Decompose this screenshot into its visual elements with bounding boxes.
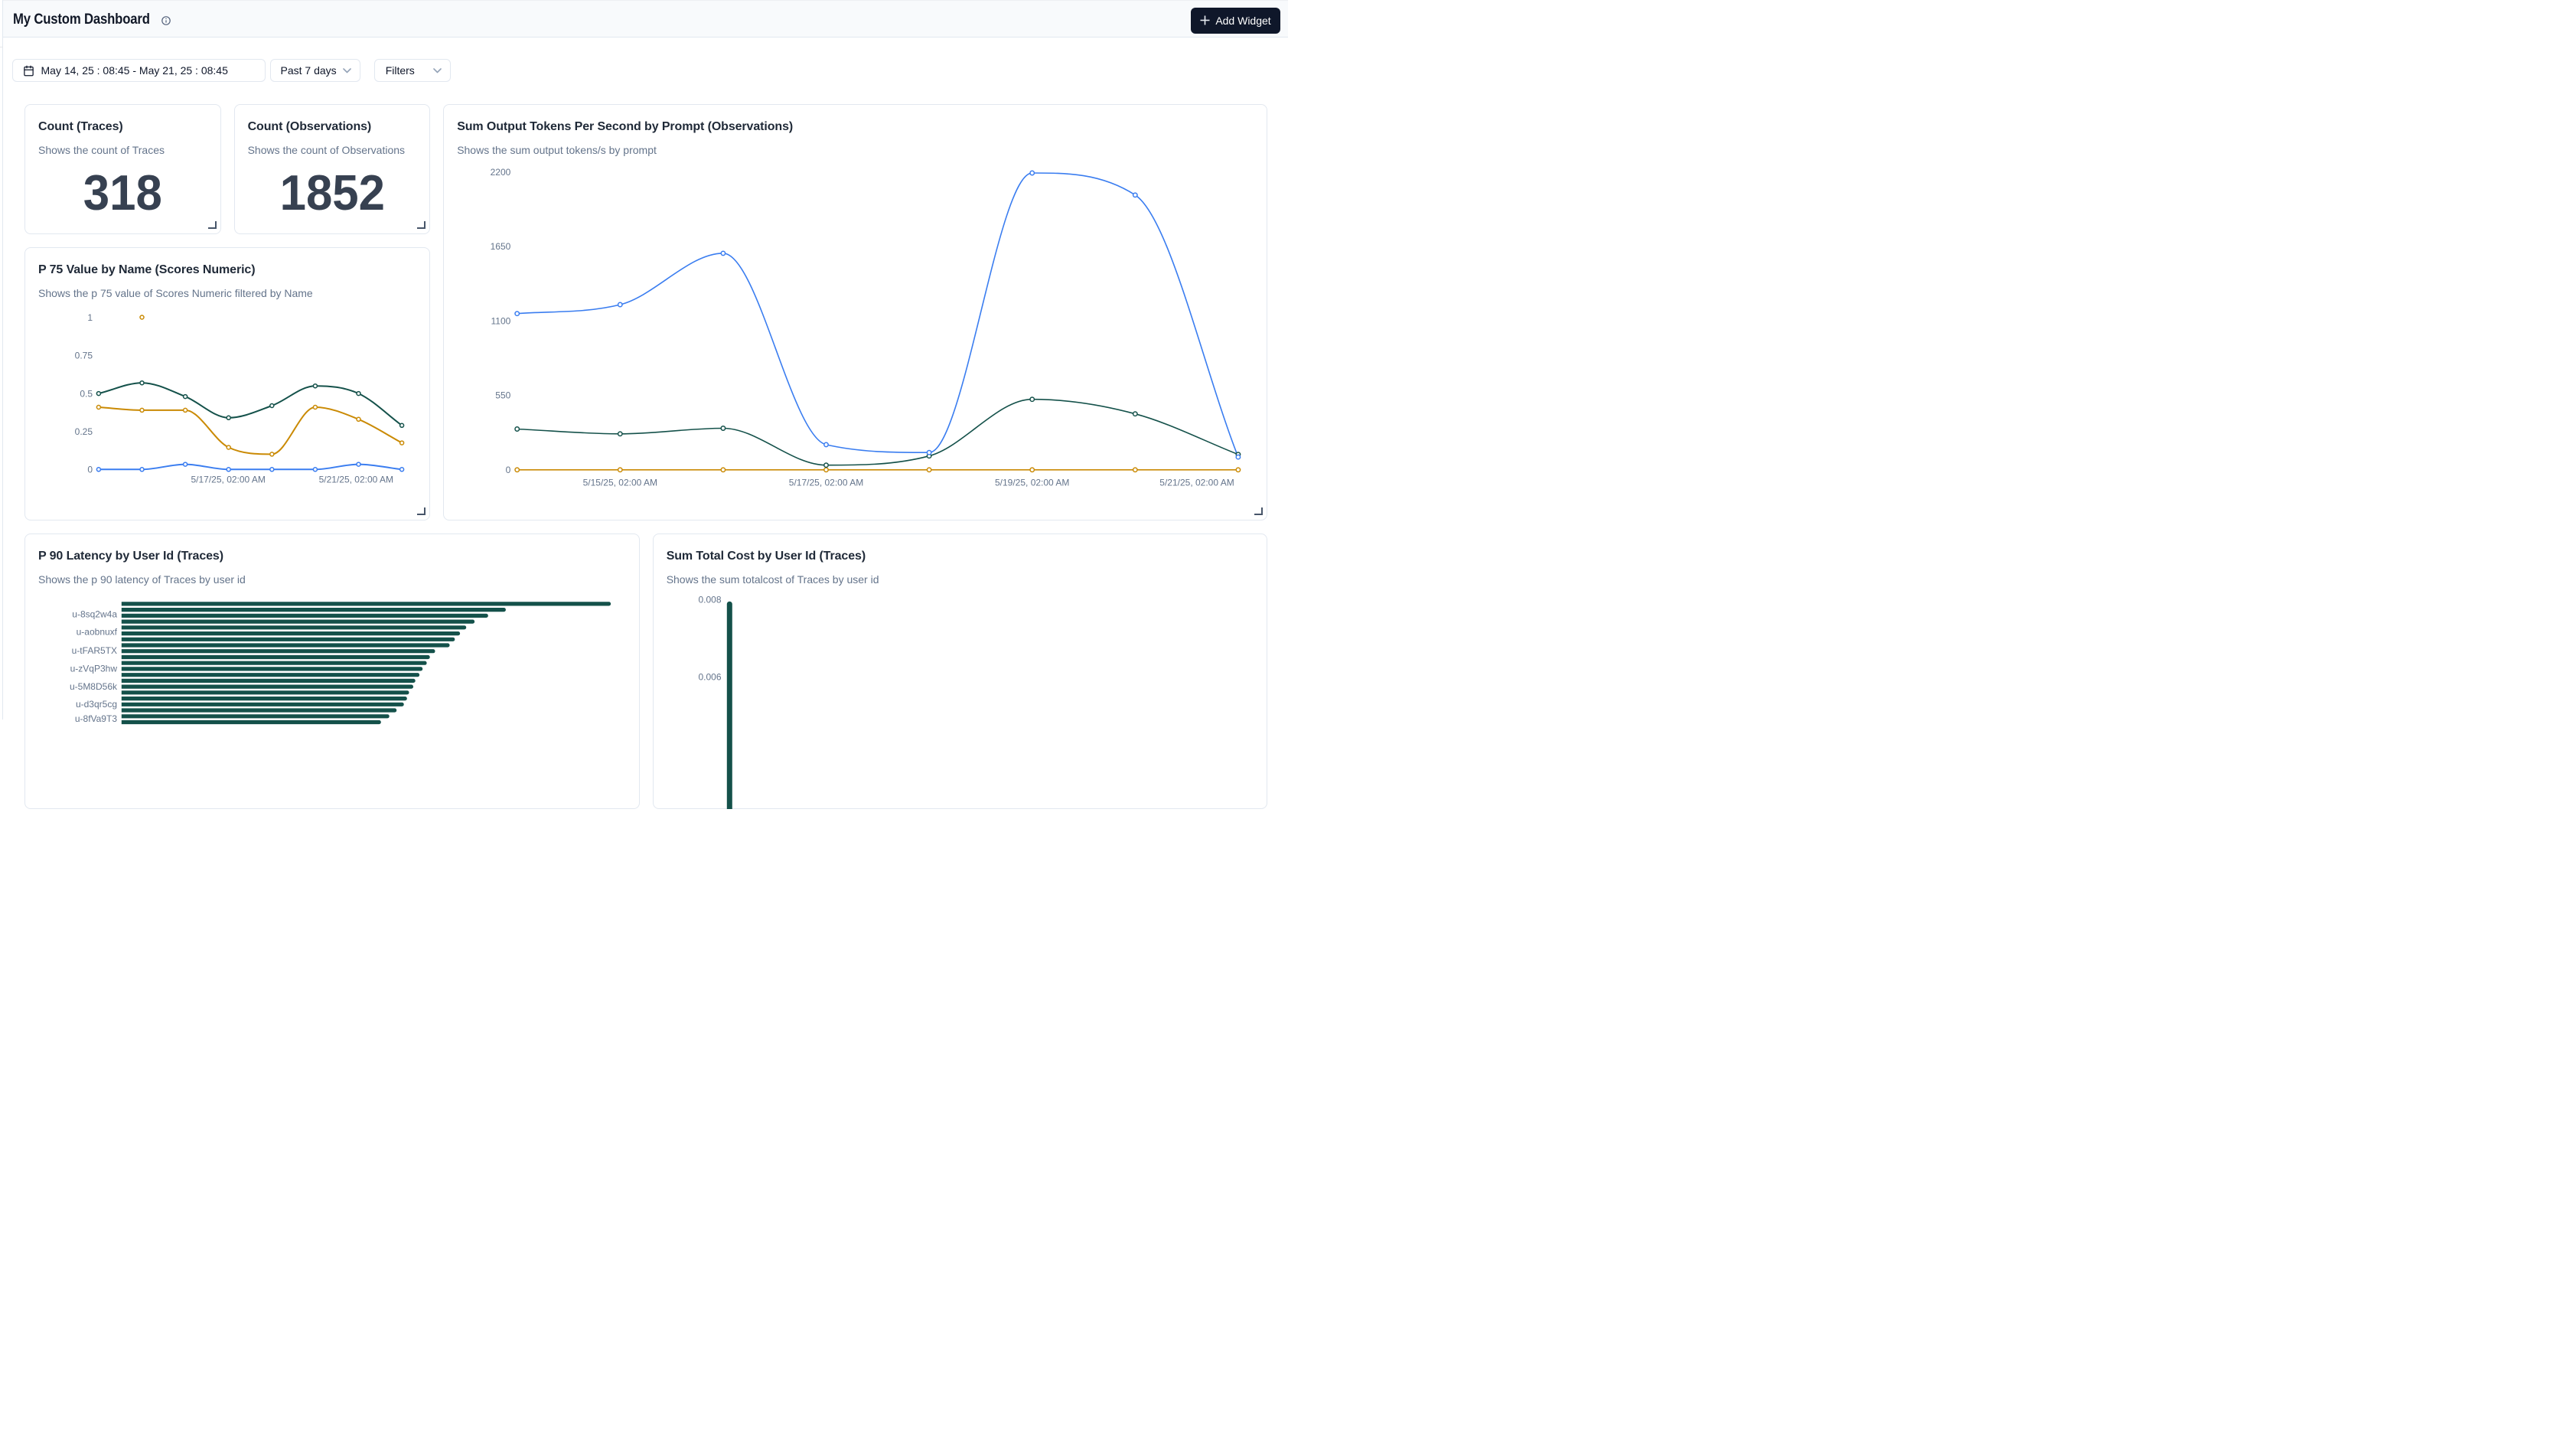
svg-text:u-8sq2w4a: u-8sq2w4a <box>72 609 117 619</box>
svg-text:0: 0 <box>87 464 93 475</box>
svg-text:u-tFAR5TX: u-tFAR5TX <box>72 644 117 655</box>
svg-text:0.25: 0.25 <box>75 426 93 436</box>
svg-text:550: 550 <box>495 390 510 400</box>
svg-text:1: 1 <box>87 312 93 323</box>
svg-text:1650: 1650 <box>491 241 511 252</box>
svg-text:2200: 2200 <box>491 166 511 177</box>
svg-text:u-zVqP3hw: u-zVqP3hw <box>70 663 118 674</box>
svg-text:u-aobnuxf: u-aobnuxf <box>77 626 118 637</box>
svg-text:0.008: 0.008 <box>698 594 721 605</box>
svg-text:0: 0 <box>506 465 511 475</box>
svg-text:u-8fVa9T3: u-8fVa9T3 <box>75 713 117 724</box>
svg-text:0.006: 0.006 <box>698 671 721 682</box>
svg-text:5/17/25, 02:00 AM: 5/17/25, 02:00 AM <box>191 474 265 485</box>
svg-text:1100: 1100 <box>491 315 511 326</box>
svg-text:u-5M8D56k: u-5M8D56k <box>70 681 118 692</box>
svg-text:0.75: 0.75 <box>75 350 93 361</box>
svg-text:5/21/25, 02:00 AM: 5/21/25, 02:00 AM <box>319 474 393 485</box>
svg-text:5/15/25, 02:00 AM: 5/15/25, 02:00 AM <box>583 477 657 488</box>
svg-text:0.5: 0.5 <box>80 388 93 399</box>
svg-text:5/17/25, 02:00 AM: 5/17/25, 02:00 AM <box>789 477 863 488</box>
svg-text:u-d3qr5cg: u-d3qr5cg <box>76 699 117 710</box>
svg-text:5/21/25, 02:00 AM: 5/21/25, 02:00 AM <box>1159 477 1234 488</box>
svg-text:5/19/25, 02:00 AM: 5/19/25, 02:00 AM <box>995 477 1069 488</box>
